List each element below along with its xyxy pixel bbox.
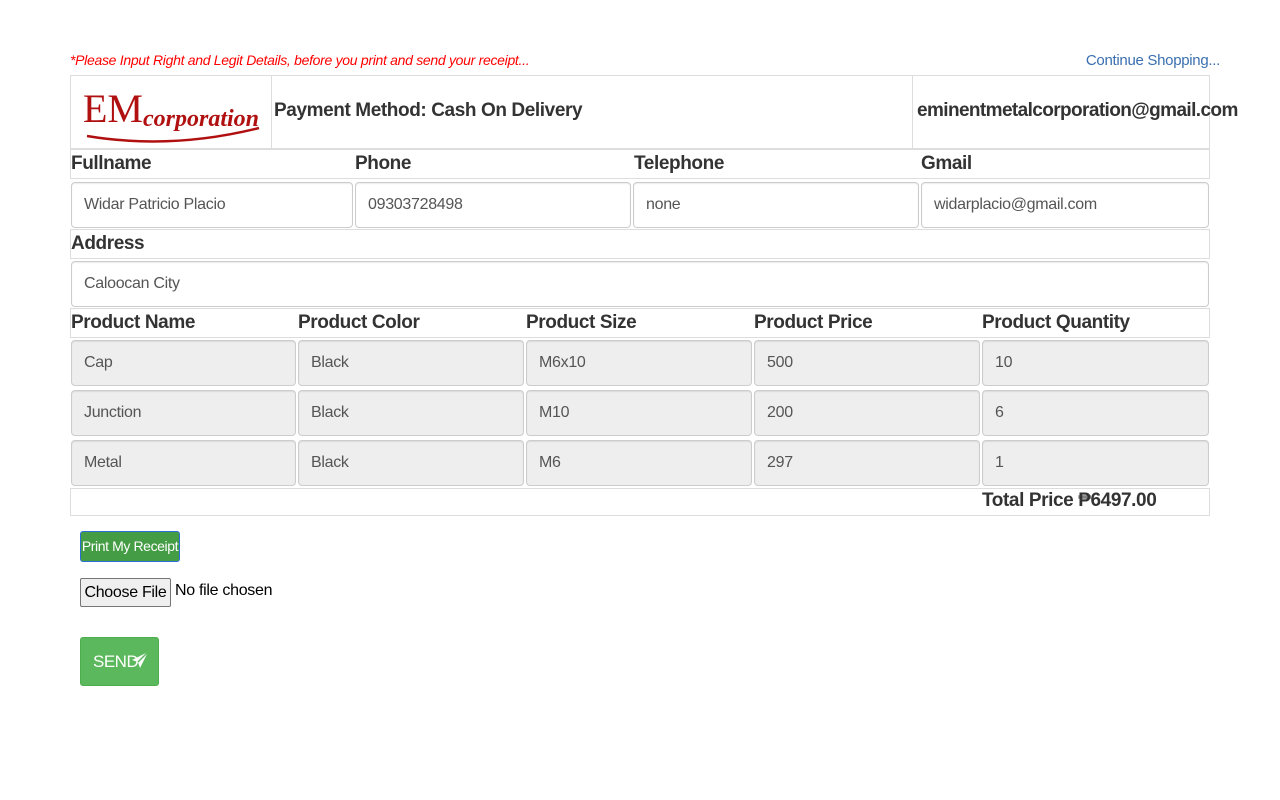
address-label-row: Address bbox=[70, 229, 1210, 259]
company-email: eminentmetalcorporation@gmail.com bbox=[917, 100, 1238, 121]
total-row: Total Price ₱6497.00 bbox=[70, 488, 1210, 516]
product-headers-row: Product Name Product Color Product Size … bbox=[70, 308, 1210, 338]
payment-method-text: Payment Method: Cash On Delivery bbox=[274, 100, 583, 121]
telephone-label: Telephone bbox=[634, 153, 724, 174]
product-quantity-cell: 6 bbox=[982, 390, 1209, 436]
product-size-cell: M6 bbox=[526, 440, 752, 486]
em-corporation-logo: EM corporation bbox=[83, 88, 260, 143]
product-quantity-cell: 10 bbox=[982, 340, 1209, 386]
receipt-header: EM corporation Payment Method: Cash On D… bbox=[70, 75, 1238, 149]
product-name-header: Product Name bbox=[71, 312, 196, 333]
address-field[interactable]: Caloocan City bbox=[71, 261, 1209, 307]
product-quantity-cell: 1 bbox=[982, 440, 1209, 486]
product-price-header: Product Price bbox=[754, 312, 873, 333]
product-price-cell: 200 bbox=[754, 390, 980, 436]
payment-cell: Payment Method: Cash On Delivery bbox=[272, 76, 913, 148]
top-bar: *Please Input Right and Legit Details, b… bbox=[70, 50, 1220, 74]
gmail-label: Gmail bbox=[921, 153, 972, 174]
receipt-page: *Please Input Right and Legit Details, b… bbox=[0, 0, 1280, 800]
product-price-cell: 297 bbox=[754, 440, 980, 486]
product-name-cell: Metal bbox=[71, 440, 296, 486]
phone-label: Phone bbox=[355, 153, 412, 174]
product-price-cell: 500 bbox=[754, 340, 980, 386]
send-button[interactable]: SEND bbox=[80, 637, 159, 686]
customer-labels-row: Fullname Phone Telephone Gmail bbox=[70, 149, 1210, 179]
product-color-header: Product Color bbox=[298, 312, 420, 333]
address-label: Address bbox=[71, 233, 145, 254]
choose-file-button[interactable]: Choose File bbox=[80, 578, 171, 607]
product-name-cell: Cap bbox=[71, 340, 296, 386]
product-color-cell: Black bbox=[298, 340, 524, 386]
logo-em-text: EM bbox=[83, 88, 143, 131]
product-size-header: Product Size bbox=[526, 312, 637, 333]
product-color-cell: Black bbox=[298, 390, 524, 436]
product-name-cell: Junction bbox=[71, 390, 296, 436]
product-size-cell: M6x10 bbox=[526, 340, 752, 386]
logo-cell: EM corporation bbox=[71, 76, 272, 148]
gmail-field[interactable]: widarplacio@gmail.com bbox=[921, 182, 1209, 228]
phone-field[interactable]: 09303728498 bbox=[355, 182, 631, 228]
notice-text: *Please Input Right and Legit Details, b… bbox=[70, 52, 530, 68]
product-size-cell: M10 bbox=[526, 390, 752, 436]
product-color-cell: Black bbox=[298, 440, 524, 486]
continue-shopping-link[interactable]: Continue Shopping... bbox=[1086, 52, 1220, 69]
no-file-chosen-text: No file chosen bbox=[175, 582, 273, 599]
logo-corporation-text: corporation bbox=[143, 106, 259, 132]
product-quantity-header: Product Quantity bbox=[982, 312, 1130, 333]
telephone-field[interactable]: none bbox=[633, 182, 919, 228]
fullname-label: Fullname bbox=[71, 153, 152, 174]
total-price: Total Price ₱6497.00 bbox=[982, 490, 1157, 511]
paper-plane-icon bbox=[132, 651, 149, 668]
fullname-field[interactable]: Widar Patricio Placio bbox=[71, 182, 353, 228]
email-cell: eminentmetalcorporation@gmail.com bbox=[913, 76, 1238, 148]
print-receipt-button[interactable]: Print My Receipt bbox=[80, 531, 180, 562]
